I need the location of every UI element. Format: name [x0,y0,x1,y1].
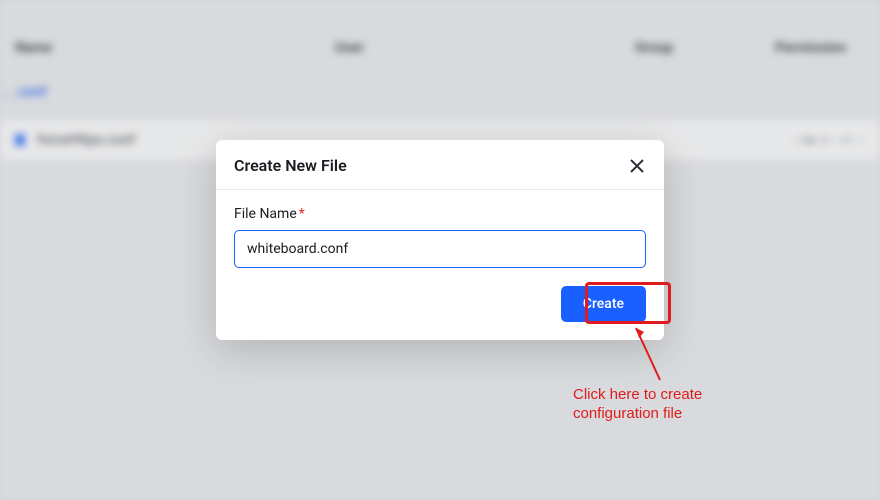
create-button[interactable]: Create [561,286,646,322]
file-name-label-text: File Name [234,206,297,222]
close-button[interactable] [628,157,646,175]
modal-title: Create New File [234,156,347,175]
file-name-label: File Name* [234,206,646,222]
modal-body: File Name* Create [216,190,664,340]
close-icon [630,159,644,173]
modal-header: Create New File [216,140,664,190]
file-name-input[interactable] [234,230,646,268]
create-file-modal: Create New File File Name* Create [216,140,664,340]
required-indicator: * [299,206,305,222]
modal-footer: Create [234,286,646,322]
